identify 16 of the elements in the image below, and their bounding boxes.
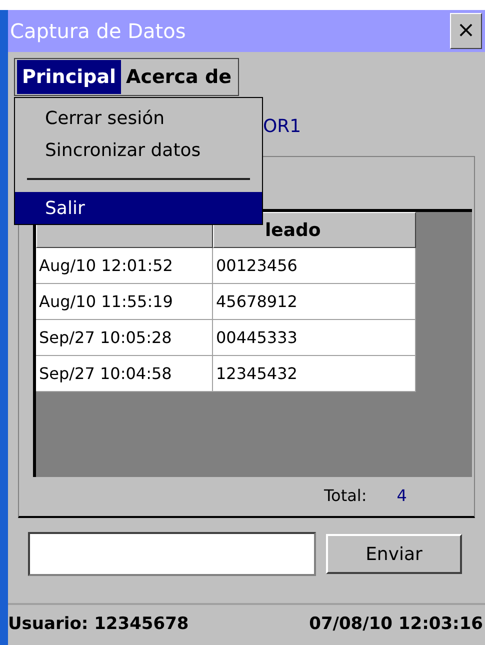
menu-item[interactable]: Principal bbox=[17, 60, 122, 94]
table-cell: Sep/27 10:04:58 bbox=[36, 356, 213, 392]
menu-item[interactable]: Salir bbox=[15, 192, 262, 224]
close-button[interactable]: × bbox=[450, 13, 482, 49]
menu-item[interactable]: Sincronizar datos bbox=[15, 134, 262, 166]
label-text: OR1 bbox=[263, 114, 302, 138]
total-value: 4 bbox=[396, 485, 407, 507]
menu-item[interactable]: Acerca de bbox=[121, 60, 236, 94]
total-label: Total: bbox=[324, 485, 367, 507]
table-cell: 12345432 bbox=[213, 356, 416, 392]
menu-item[interactable]: Cerrar sesión bbox=[15, 102, 262, 134]
window-title: Captura de Datos bbox=[10, 18, 186, 45]
status-datetime: 07/08/10 12:03:16 bbox=[309, 613, 483, 636]
input-field[interactable] bbox=[28, 532, 316, 576]
status-user: Usuario: 12345678 bbox=[8, 613, 189, 636]
send-button[interactable]: Enviar bbox=[326, 534, 462, 574]
